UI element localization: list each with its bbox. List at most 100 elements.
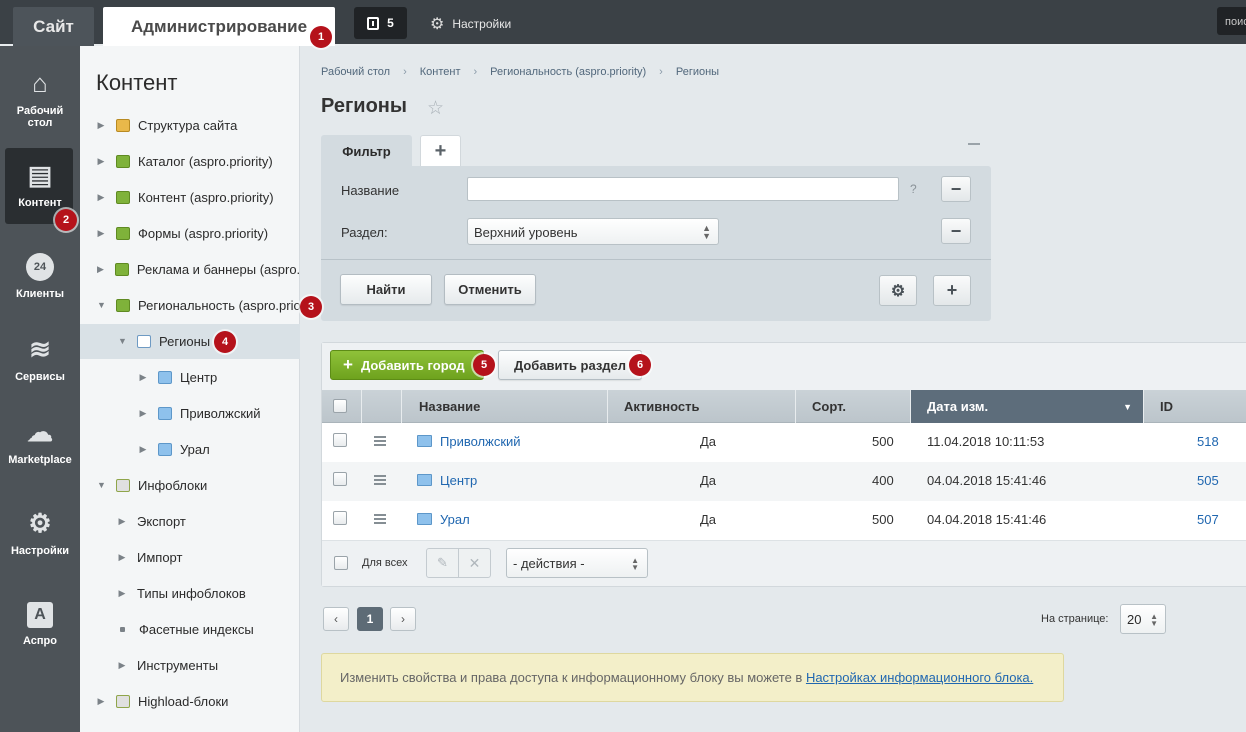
breadcrumb-desktop[interactable]: Рабочий стол — [321, 66, 390, 78]
row-id[interactable]: 518 — [1197, 434, 1219, 449]
header-id[interactable]: ID — [1143, 390, 1236, 423]
panel-title: Контент — [96, 70, 178, 95]
tab-site[interactable]: Сайт — [13, 7, 94, 46]
actions-select[interactable]: - действия - ▲ ▼ — [506, 548, 648, 578]
filter-name-input[interactable] — [467, 177, 899, 201]
current-page[interactable]: 1 — [357, 607, 383, 631]
add-city-button[interactable]: + Добавить город — [330, 350, 484, 380]
next-page-button[interactable]: › — [390, 607, 416, 631]
menu-clients[interactable]: 24 Клиенты — [0, 246, 80, 300]
menu-services[interactable]: ≋ Сервисы — [0, 334, 80, 383]
add-section-button[interactable]: Добавить раздел — [498, 350, 642, 380]
per-page-select[interactable]: 20 ▲ ▼ — [1120, 604, 1166, 634]
tree-item-import[interactable]: ▶ Импорт — [80, 539, 300, 575]
tree-item-forms[interactable]: ▶ Формы (aspro.priority) — [80, 215, 300, 251]
select-arrows-icon: ▲ ▼ — [702, 223, 711, 241]
tree-item-center[interactable]: ▶ Центр — [80, 359, 300, 395]
settings-label: Настройки — [452, 17, 512, 31]
row-id[interactable]: 507 — [1197, 512, 1219, 527]
row-name[interactable]: Приволжский — [440, 434, 521, 449]
breadcrumb-regions[interactable]: Регионы — [676, 66, 719, 78]
tree-item-label: Фасетные индексы — [139, 621, 254, 637]
for-all-checkbox[interactable] — [334, 556, 348, 570]
tree-item-export[interactable]: ▶ Экспорт — [80, 503, 300, 539]
header-date-sorted[interactable]: Дата изм. ▼ — [910, 390, 1143, 423]
collapse-filter-icon[interactable] — [968, 143, 980, 145]
expand-arrow-icon[interactable]: ▶ — [139, 444, 147, 455]
row-menu-icon[interactable] — [374, 436, 386, 446]
expand-arrow-icon[interactable]: ▶ — [97, 120, 105, 131]
expand-arrow-icon[interactable]: ▶ — [118, 588, 126, 599]
tree-item-site-structure[interactable]: ▶ Структура сайта — [80, 107, 300, 143]
collapse-arrow-icon[interactable]: ▼ — [97, 300, 106, 310]
row-menu-icon[interactable] — [374, 475, 386, 485]
tree-item-label: Формы (aspro.priority) — [138, 225, 269, 241]
expand-arrow-icon[interactable]: ▶ — [97, 264, 104, 275]
tree-item-content[interactable]: ▶ Контент (aspro.priority) — [80, 179, 300, 215]
collapse-arrow-icon[interactable]: ▼ — [118, 336, 127, 346]
expand-arrow-icon[interactable]: ▶ — [118, 552, 126, 563]
tree-item-iblock-types[interactable]: ▶ Типы инфоблоков — [80, 575, 300, 611]
add-filter-field-button[interactable]: + — [933, 275, 971, 306]
tree-item-infoblocks[interactable]: ▼ Инфоблоки — [80, 467, 300, 503]
expand-arrow-icon[interactable]: ▶ — [139, 372, 147, 383]
tree-item-regions[interactable]: ▼ Регионы — [80, 323, 300, 359]
row-name[interactable]: Центр — [440, 473, 477, 488]
row-checkbox[interactable] — [333, 511, 347, 525]
search-input[interactable]: поис — [1217, 7, 1246, 35]
tab-administration[interactable]: Администрирование — [103, 7, 335, 46]
notifications-button[interactable]: 5 — [354, 7, 407, 39]
breadcrumb-content[interactable]: Контент — [420, 66, 461, 78]
expand-arrow-icon[interactable]: ▶ — [97, 228, 105, 239]
expand-arrow-icon[interactable]: ▶ — [97, 696, 105, 707]
prev-page-button[interactable]: ‹ — [323, 607, 349, 631]
collapse-arrow-icon[interactable]: ▼ — [97, 480, 106, 490]
tree-item-tools[interactable]: ▶ Инструменты — [80, 647, 300, 683]
select-all-checkbox[interactable] — [333, 399, 347, 413]
row-checkbox[interactable] — [333, 472, 347, 486]
expand-arrow-icon[interactable]: ▶ — [139, 408, 147, 419]
filter-settings-button[interactable]: ⚙ — [879, 275, 917, 306]
breadcrumb-regionality[interactable]: Региональность (aspro.priority) — [490, 66, 646, 78]
remove-section-filter-button[interactable]: − — [941, 218, 971, 244]
settings-link[interactable]: ⚙ Настройки — [430, 14, 511, 34]
filter-tab[interactable]: Фильтр — [321, 135, 412, 167]
help-icon[interactable]: ? — [910, 182, 917, 196]
tree-item-facet-indexes[interactable]: Фасетные индексы — [80, 611, 300, 647]
delete-icon[interactable]: ✕ — [459, 549, 490, 577]
menu-settings[interactable]: ⚙ Настройки — [0, 508, 80, 557]
menu-content[interactable]: ▤ Контент — [0, 160, 80, 209]
row-id[interactable]: 505 — [1197, 473, 1219, 488]
expand-arrow-icon[interactable]: ▶ — [118, 660, 126, 671]
tree-item-highload[interactable]: ▶ Highload-блоки — [80, 683, 300, 719]
tree-item-ural[interactable]: ▶ Урал — [80, 431, 300, 467]
menu-desktop[interactable]: ⌂ Рабочий стол — [0, 68, 80, 129]
tree-item-ads[interactable]: ▶ Реклама и баннеры (aspro.priority) — [80, 251, 300, 287]
header-name[interactable]: Название — [401, 390, 607, 423]
menu-marketplace[interactable]: ☁ Marketplace — [0, 417, 80, 466]
iblock-settings-link[interactable]: Настройках информационного блока. — [806, 670, 1033, 685]
menu-aspro[interactable]: A Аспро — [0, 595, 80, 647]
pencil-icon[interactable]: ✎ — [427, 549, 459, 577]
cancel-button[interactable]: Отменить — [444, 274, 536, 305]
tree-item-regionality[interactable]: ▼ Региональность (aspro.priority) — [80, 287, 300, 323]
row-sort: 500 — [872, 512, 894, 527]
add-filter-tab-button[interactable]: + — [420, 135, 461, 166]
row-checkbox[interactable] — [333, 433, 347, 447]
expand-arrow-icon[interactable]: ▶ — [118, 516, 126, 527]
remove-name-filter-button[interactable]: − — [941, 176, 971, 202]
tree-item-volga[interactable]: ▶ Приволжский — [80, 395, 300, 431]
row-name[interactable]: Урал — [440, 512, 470, 527]
tree-item-label: Импорт — [137, 549, 183, 565]
menu-clients-label: Клиенты — [15, 288, 64, 300]
header-active[interactable]: Активность — [607, 390, 795, 423]
expand-arrow-icon[interactable]: ▶ — [97, 156, 105, 167]
expand-arrow-icon[interactable]: ▶ — [97, 192, 105, 203]
tree-item-catalog[interactable]: ▶ Каталог (aspro.priority) — [80, 143, 300, 179]
folder-icon — [417, 513, 432, 525]
favorite-star-icon[interactable]: ☆ — [427, 97, 444, 120]
row-menu-icon[interactable] — [374, 514, 386, 524]
header-sort[interactable]: Сорт. — [795, 390, 910, 423]
filter-section-select[interactable]: Верхний уровень ▲ ▼ — [467, 218, 719, 245]
find-button[interactable]: Найти — [340, 274, 432, 305]
